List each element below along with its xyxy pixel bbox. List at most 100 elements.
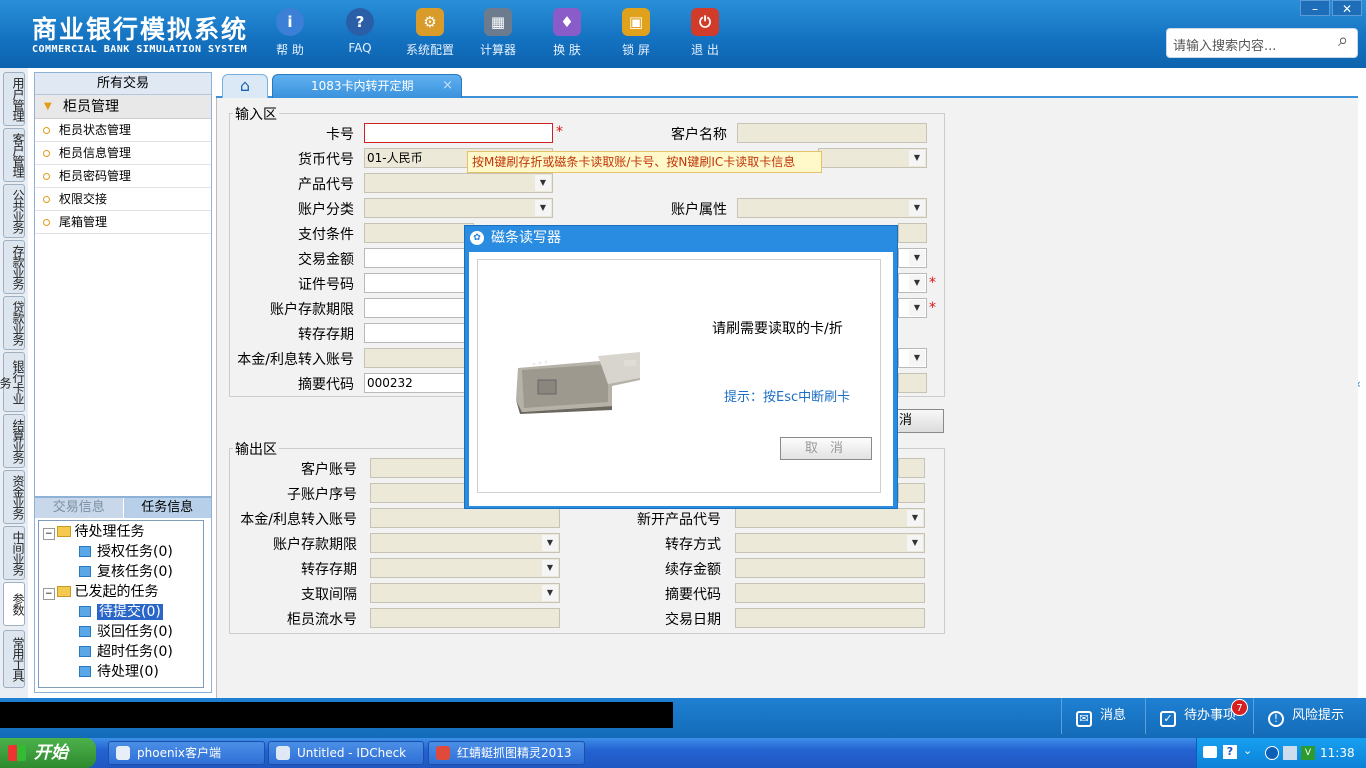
out-transfer-account-field [370, 508, 560, 528]
out-rollover-mode-label: 转存方式 [665, 537, 721, 553]
out-summary-code-field [735, 583, 925, 603]
id-number-input[interactable] [364, 273, 474, 293]
tree-label: 已发起的任务 [74, 584, 159, 600]
config-button[interactable]: ⚙ 系统配置 [400, 8, 460, 58]
right-field-11 [898, 373, 927, 393]
help-label: 帮 助 [276, 43, 304, 57]
taskbar-app-idcheck[interactable]: Untitled - IDCheck [268, 741, 424, 765]
required-mark: * [929, 275, 936, 291]
menu-item-teller-password[interactable]: 柜员密码管理 [35, 165, 211, 188]
menu-group-teller[interactable]: ▼ 柜员管理 [35, 95, 211, 119]
module-tab-params[interactable]: 参数 [3, 582, 25, 626]
tree-node-auth[interactable]: 授权任务(0) [79, 543, 173, 561]
help-button[interactable]: i 帮 助 [260, 8, 320, 58]
tree-node-to-submit[interactable]: 待提交(0) [79, 603, 163, 621]
module-tab-card[interactable]: 银行卡业务 [0, 352, 25, 412]
right-select-6[interactable]: ▼ [898, 248, 927, 268]
out-rollover-term-label: 转存存期 [301, 562, 357, 578]
module-tab-user[interactable]: 用户管理 [3, 72, 25, 126]
help-tray-icon[interactable]: ? [1223, 745, 1237, 759]
summary-code-value: 000232 [367, 376, 413, 390]
right-select-7[interactable]: ▼ [898, 273, 927, 293]
taskbar-app-label: 红蜻蜓抓图精灵2013 [457, 746, 572, 760]
module-tab-intermediate[interactable]: 中间业务 [3, 526, 25, 580]
module-tab-settlement[interactable]: 结算业务 [3, 414, 25, 468]
messages-button[interactable]: ✉ 消息 [1061, 698, 1141, 734]
out-withdraw-interval-label: 支取间隔 [301, 587, 357, 603]
config-icon: ⚙ [416, 8, 444, 36]
menu-item-permission-handover[interactable]: 权限交接 [35, 188, 211, 211]
bullet-icon [43, 173, 50, 180]
dialog-title-bar[interactable]: ✿ 磁条读写器 [465, 226, 897, 250]
menu-item-teller-info[interactable]: 柜员信息管理 [35, 142, 211, 165]
out-continue-amount-label: 续存金额 [665, 562, 721, 578]
tree-node-timeout[interactable]: 超时任务(0) [79, 643, 173, 661]
rollover-term-select[interactable] [364, 323, 474, 343]
summary-code-input[interactable]: 000232 [364, 373, 474, 393]
transfer-account-input[interactable] [364, 348, 474, 368]
tree-label: 复核任务(0) [97, 564, 173, 580]
keyboard-icon[interactable] [1203, 746, 1217, 758]
task-icon [79, 546, 91, 557]
out-summary-code-label: 摘要代码 [665, 587, 721, 603]
tree-label: 待提交(0) [97, 604, 163, 620]
id-number-label: 证件号码 [298, 277, 354, 293]
tab-task-info[interactable]: 任务信息 [122, 498, 211, 518]
required-mark: * [556, 124, 563, 140]
module-tab-deposit[interactable]: 存款业务 [3, 240, 25, 294]
home-tab[interactable]: ⌂ [222, 74, 268, 98]
faq-button[interactable]: ? FAQ [330, 8, 390, 55]
deposit-term-select[interactable] [364, 298, 474, 318]
tree-node-to-process[interactable]: 待处理(0) [79, 663, 159, 681]
menu-item-label: 柜员密码管理 [59, 169, 132, 183]
idcheck-icon [276, 746, 290, 760]
right-select-10[interactable]: ▼ [898, 348, 927, 368]
close-window-button[interactable]: ✕ [1332, 0, 1362, 16]
exit-icon: ⏻ [691, 8, 719, 36]
network-icon[interactable] [1283, 746, 1297, 760]
risk-button[interactable]: ! 风险提示 [1253, 698, 1363, 734]
exit-button[interactable]: ⏻ 退 出 [675, 8, 735, 58]
module-tab-tools[interactable]: 常用工具 [3, 630, 25, 688]
transfer-account-label: 本金/利息转入账号 [237, 352, 354, 368]
tree-node-review[interactable]: 复核任务(0) [79, 563, 173, 581]
antivirus-icon[interactable]: V [1301, 746, 1315, 760]
amount-input[interactable] [364, 248, 474, 268]
minimize-button[interactable]: – [1300, 0, 1330, 16]
tab-transaction-info[interactable]: 交易信息 [35, 498, 123, 518]
taskbar-app-snapshot[interactable]: 红蜻蜓抓图精灵2013 [428, 741, 585, 765]
search-icon[interactable]: ⌕ [1330, 30, 1356, 56]
tree-label: 超时任务(0) [97, 644, 173, 660]
chevron-down-icon: ▼ [909, 350, 925, 366]
tree-node-initiated[interactable]: − 已发起的任务 [43, 583, 159, 601]
product-code-select[interactable]: ▼ [364, 173, 553, 193]
menu-item-tail-box[interactable]: 尾箱管理 [35, 211, 211, 234]
module-tab-public[interactable]: 公共业务 [3, 184, 25, 238]
module-tab-customer[interactable]: 客户管理 [3, 128, 25, 182]
module-tab-loan[interactable]: 贷款业务 [3, 296, 25, 350]
skin-label: 换 肤 [553, 43, 581, 57]
right-select-2[interactable]: ▼ [818, 148, 927, 168]
tab-1083[interactable]: 1083卡内转开定期 × [272, 74, 462, 98]
taskbar-app-phoenix[interactable]: phoenix客户端 [108, 741, 265, 765]
tree-node-rejected[interactable]: 驳回任务(0) [79, 623, 173, 641]
menu-item-teller-status[interactable]: 柜员状态管理 [35, 119, 211, 142]
card-number-input[interactable] [364, 123, 553, 143]
module-tab-fund[interactable]: 资金业务 [3, 470, 25, 524]
close-icon[interactable]: × [442, 75, 453, 97]
account-attr-select[interactable]: ▼ [737, 198, 927, 218]
right-field-5[interactable] [898, 223, 927, 243]
risk-label: 风险提示 [1292, 708, 1345, 723]
start-button[interactable]: 开始 [0, 738, 96, 768]
chevron-icon[interactable]: ⌄ [1243, 744, 1252, 757]
menu-item-label: 柜员信息管理 [59, 146, 132, 160]
lock-button[interactable]: ▣ 锁 屏 [606, 8, 666, 58]
skin-button[interactable]: ♦ 换 肤 [537, 8, 597, 58]
right-select-8[interactable]: ▼ [898, 298, 927, 318]
payment-condition-field[interactable] [364, 223, 474, 243]
tree-node-pending[interactable]: − 待处理任务 [43, 523, 145, 541]
calculator-button[interactable]: ▦ 计算器 [468, 8, 528, 58]
dialog-cancel-button[interactable]: 取 消 [780, 437, 872, 460]
back-icon[interactable] [1265, 746, 1279, 760]
account-class-select[interactable]: ▼ [364, 198, 553, 218]
